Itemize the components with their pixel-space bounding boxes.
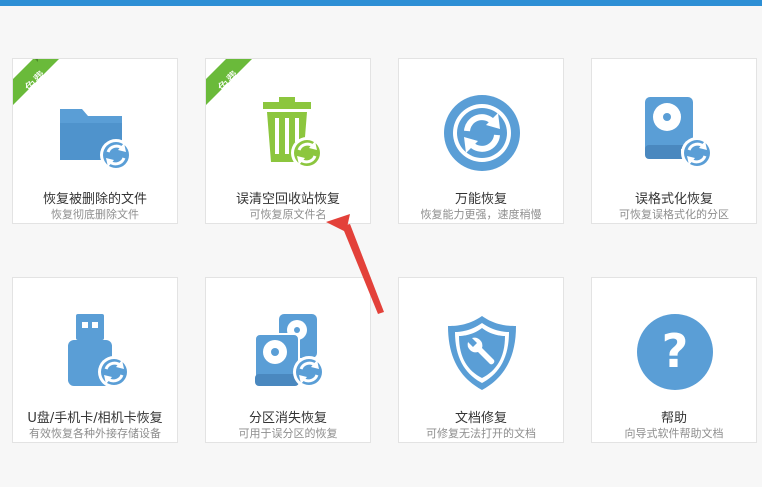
format-recover-icon [645, 97, 713, 169]
card-subtitle: 可恢复误格式化的分区 [619, 208, 729, 221]
card-subtitle: 有效恢复各种外接存储设备 [29, 427, 161, 440]
top-accent-bar [0, 0, 762, 6]
card-partition-recover[interactable]: 分区消失恢复 可用于误分区的恢复 [205, 277, 371, 443]
card-title: 误清空回收站恢复 [235, 192, 340, 207]
card-subtitle: 可恢复原文件名 [249, 208, 327, 221]
card-title: 文档修复 [454, 411, 507, 426]
recycle-bin-recover-icon [263, 97, 323, 169]
card-title: U盘/手机卡/相机卡恢复 [27, 411, 163, 426]
folder-recover-icon [60, 109, 132, 171]
card-title: 分区消失恢复 [248, 411, 327, 426]
card-subtitle: 恢复能力更强，速度稍慢 [420, 208, 542, 221]
card-recover-deleted-files[interactable]: 免费 恢复被删除的文件 恢复彻底删除文件 [12, 58, 178, 224]
card-title: 恢复被删除的文件 [42, 192, 147, 207]
card-universal-recover[interactable]: 万能恢复 恢复能力更强，速度稍慢 [398, 58, 564, 224]
card-format-recover[interactable]: 误格式化恢复 可恢复误格式化的分区 [591, 58, 757, 224]
card-usb-recover[interactable]: U盘/手机卡/相机卡恢复 有效恢复各种外接存储设备 [12, 277, 178, 443]
card-title: 误格式化恢复 [634, 192, 713, 207]
document-repair-icon [448, 316, 516, 390]
help-icon: ? [637, 314, 713, 390]
card-subtitle: 向导式软件帮助文档 [624, 427, 724, 440]
card-title: 万能恢复 [454, 192, 507, 207]
card-subtitle: 可修复无法打开的文档 [426, 427, 536, 440]
universal-recover-icon [444, 95, 520, 171]
card-subtitle: 可用于误分区的恢复 [238, 427, 338, 440]
card-title: 帮助 [660, 411, 687, 426]
partition-recover-icon [254, 314, 325, 388]
card-help[interactable]: ? 帮助 向导式软件帮助文档 [591, 277, 757, 443]
usb-recover-icon [68, 314, 130, 388]
svg-text:?: ? [662, 324, 689, 378]
card-recycle-bin-recover[interactable]: 免费 误清空回收站恢复 可恢复原文件名 [205, 58, 371, 224]
card-subtitle: 恢复彻底删除文件 [51, 208, 139, 221]
card-document-repair[interactable]: 文档修复 可修复无法打开的文档 [398, 277, 564, 443]
